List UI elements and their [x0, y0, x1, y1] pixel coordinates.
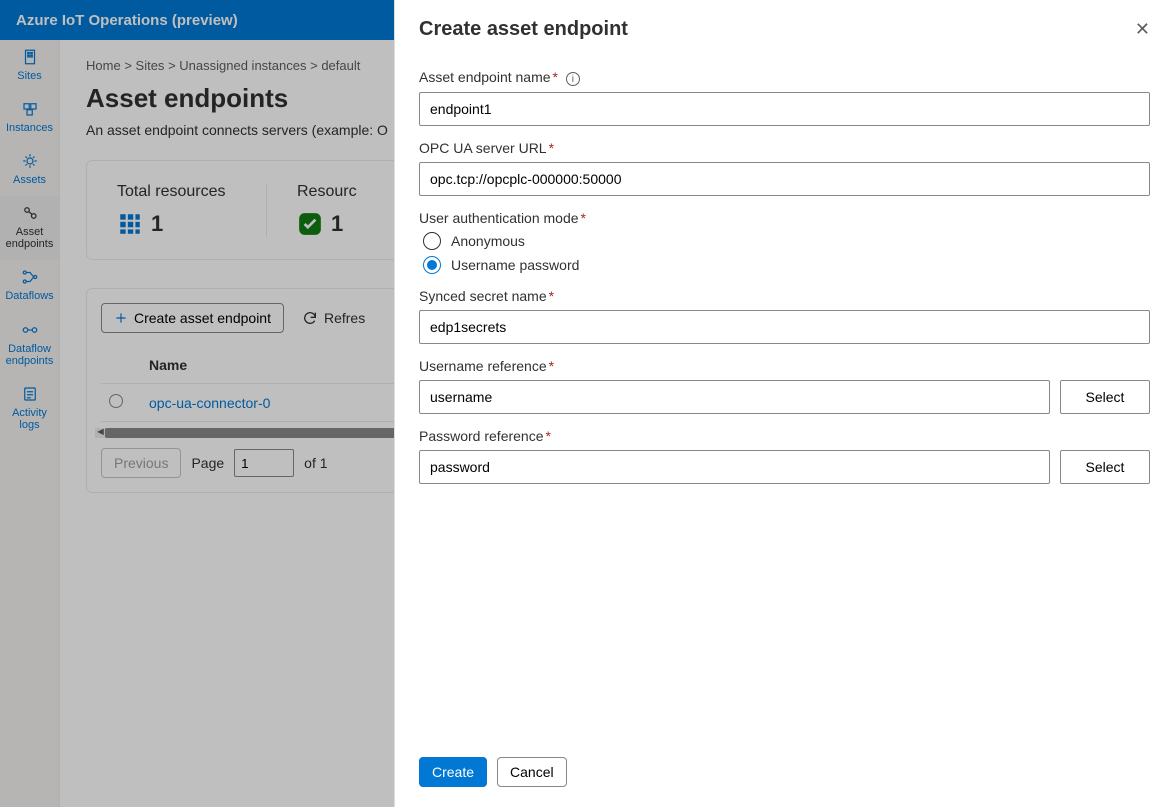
secret-name-input[interactable] [419, 310, 1150, 344]
auth-mode-username-password[interactable]: Username password [423, 256, 1146, 274]
radio-icon [423, 232, 441, 250]
field-secret-name: Synced secret name* [419, 288, 1150, 344]
radio-icon-selected [423, 256, 441, 274]
panel-title: Create asset endpoint [419, 18, 628, 41]
required-mark: * [549, 358, 554, 374]
field-password-ref: Password reference* Select [419, 428, 1150, 484]
username-ref-input[interactable] [419, 380, 1050, 414]
field-label: Username reference [419, 358, 547, 374]
auth-mode-anonymous[interactable]: Anonymous [423, 232, 1146, 250]
required-mark: * [581, 210, 586, 226]
panel-footer: Create Cancel [395, 743, 1174, 807]
create-button[interactable]: Create [419, 757, 487, 787]
password-select-button[interactable]: Select [1060, 450, 1150, 484]
required-mark: * [546, 428, 551, 444]
field-label: Password reference [419, 428, 544, 444]
field-auth-mode: User authentication mode* Anonymous User… [419, 210, 1150, 274]
field-username-ref: Username reference* Select [419, 358, 1150, 414]
info-icon[interactable]: i [566, 72, 580, 86]
radio-label: Anonymous [451, 233, 525, 249]
field-label: Asset endpoint name [419, 69, 551, 85]
field-label: OPC UA server URL [419, 140, 547, 156]
required-mark: * [549, 140, 554, 156]
create-asset-endpoint-panel: Create asset endpoint ✕ Asset endpoint n… [394, 0, 1174, 807]
field-label: Synced secret name [419, 288, 547, 304]
close-icon[interactable]: ✕ [1135, 19, 1150, 40]
required-mark: * [549, 288, 554, 304]
field-label: User authentication mode [419, 210, 579, 226]
radio-label: Username password [451, 257, 579, 273]
endpoint-name-input[interactable] [419, 92, 1150, 126]
field-endpoint-name: Asset endpoint name* i [419, 69, 1150, 126]
cancel-button[interactable]: Cancel [497, 757, 567, 787]
required-mark: * [553, 69, 558, 85]
username-select-button[interactable]: Select [1060, 380, 1150, 414]
password-ref-input[interactable] [419, 450, 1050, 484]
field-server-url: OPC UA server URL* [419, 140, 1150, 196]
server-url-input[interactable] [419, 162, 1150, 196]
